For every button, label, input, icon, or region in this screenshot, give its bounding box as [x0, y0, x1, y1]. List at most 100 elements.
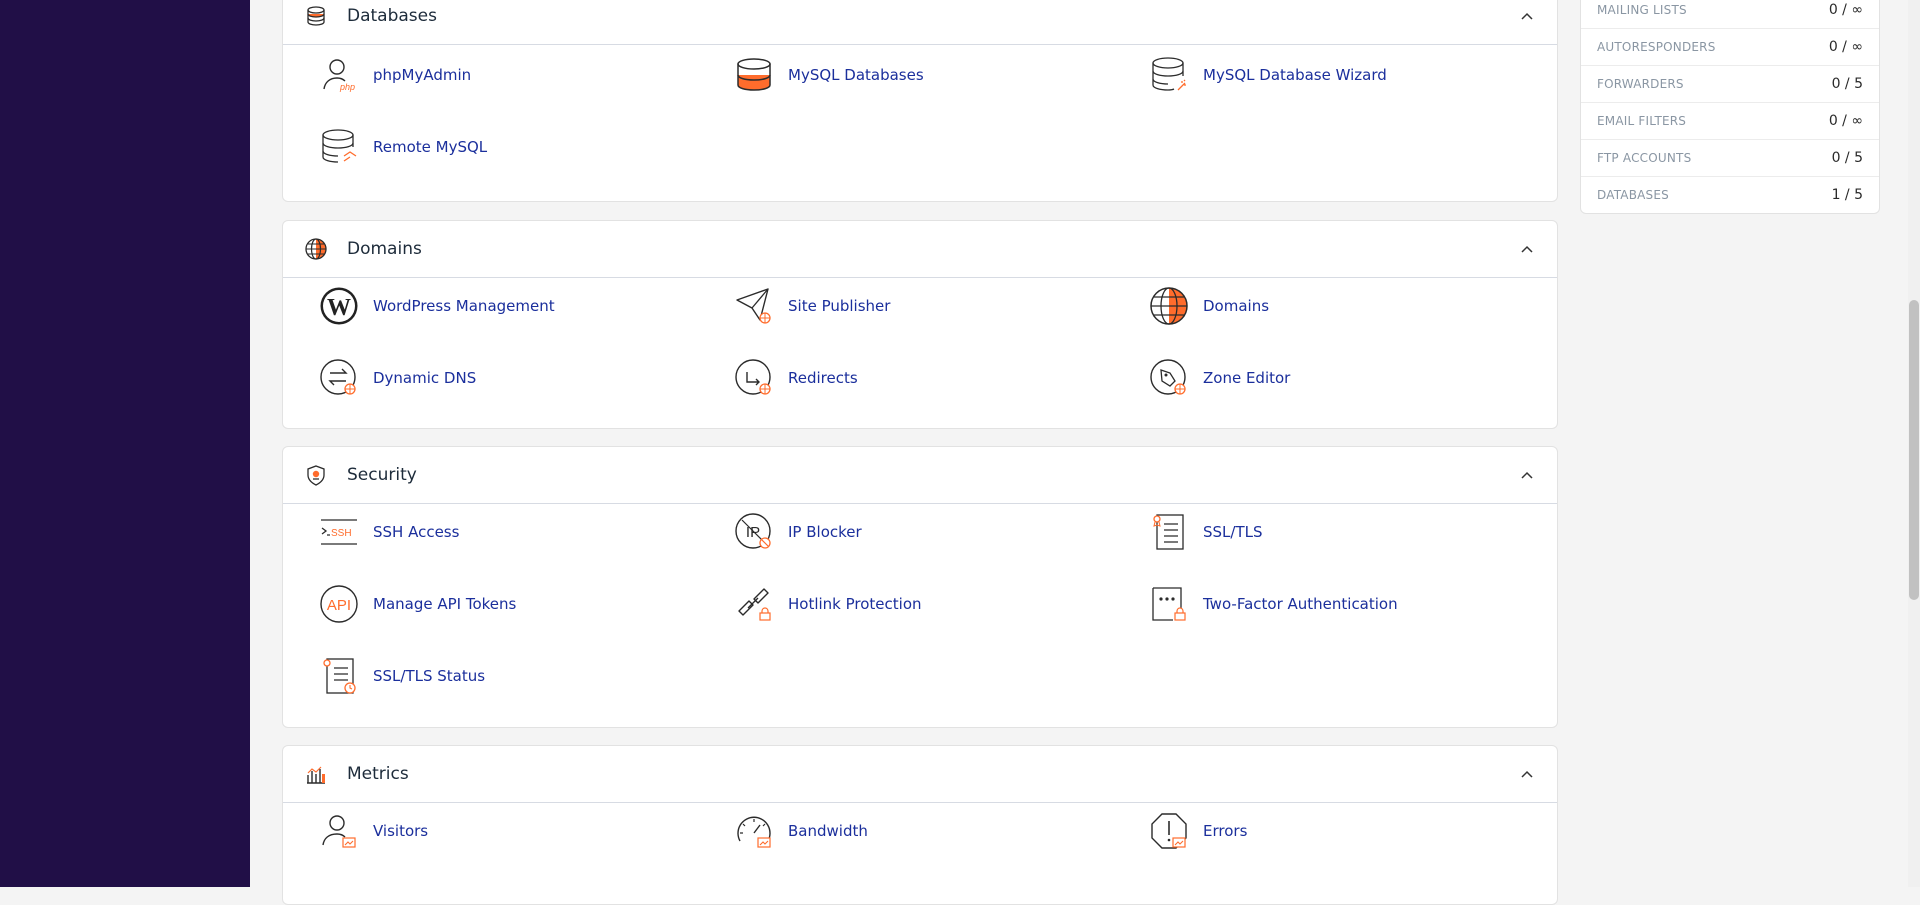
stat-row-email-filters: EMAIL FILTERS 0 / ∞ [1581, 102, 1879, 139]
stat-value: 0 / ∞ [1828, 113, 1863, 129]
stat-label: MAILING LISTS [1597, 2, 1687, 17]
wordpress-icon: W [320, 287, 358, 325]
chevron-up-icon[interactable] [1519, 467, 1535, 483]
section-domains: Domains W WordPress Management Site Publ… [282, 220, 1558, 429]
item-remote-mysql[interactable]: Remote MySQL [319, 123, 487, 171]
section-title: Domains [347, 239, 422, 259]
link-lock-icon [738, 588, 771, 621]
section-title: Metrics [347, 764, 409, 784]
sidebar [0, 0, 250, 887]
dynamic-dns-icon [320, 359, 356, 395]
svg-text:W: W [327, 295, 351, 321]
stat-label: FORWARDERS [1597, 77, 1684, 91]
item-label: Two-Factor Authentication [1203, 595, 1398, 613]
item-zone-editor[interactable]: Zone Editor [1149, 354, 1290, 402]
two-factor-icon [1152, 587, 1186, 621]
item-label: SSH Access [373, 523, 460, 541]
stat-row-forwarders: FORWARDERS 0 / 5 [1581, 65, 1879, 102]
item-hotlink-protection[interactable]: Hotlink Protection [734, 580, 922, 628]
zone-editor-icon [1150, 359, 1186, 395]
paper-plane-icon [736, 288, 771, 324]
item-label: Remote MySQL [373, 138, 488, 156]
chevron-up-icon[interactable] [1519, 241, 1535, 257]
stat-label: DATABASES [1597, 188, 1669, 202]
ip-blocker-icon: IP [735, 513, 771, 549]
item-wordpress-management[interactable]: W WordPress Management [319, 282, 555, 330]
section-title: Security [347, 465, 417, 485]
item-bandwidth[interactable]: Bandwidth [734, 807, 868, 855]
item-label: MySQL Databases [788, 66, 924, 84]
item-ssh-access[interactable]: SSH SSH Access [319, 508, 459, 556]
database-icon [307, 6, 325, 26]
section-header-security[interactable]: Security [283, 447, 1557, 504]
item-label: Site Publisher [788, 297, 891, 315]
item-label: Bandwidth [788, 822, 868, 840]
database-wizard-icon [1152, 57, 1186, 91]
stat-row-mailing-lists: MAILING LISTS 0 / ∞ [1581, 0, 1879, 28]
item-label: MySQL Database Wizard [1203, 66, 1387, 84]
item-errors[interactable]: Errors [1149, 807, 1247, 855]
item-site-publisher[interactable]: Site Publisher [734, 282, 890, 330]
svg-text:SSH: SSH [331, 528, 352, 539]
shield-icon [307, 465, 325, 486]
chevron-up-icon[interactable] [1519, 766, 1535, 782]
item-label: Zone Editor [1203, 369, 1291, 387]
item-label: Errors [1203, 822, 1248, 840]
item-label: Redirects [788, 369, 858, 387]
section-databases: Databases php phpMyAdmin MySQL Databases… [282, 0, 1558, 202]
stat-value: 0 / ∞ [1828, 39, 1863, 55]
item-phpmyadmin[interactable]: php phpMyAdmin [319, 51, 471, 99]
stat-row-databases: DATABASES 1 / 5 [1581, 176, 1879, 213]
item-ssl-tls-status[interactable]: SSL/TLS Status [319, 652, 485, 700]
certificate-status-icon [323, 658, 356, 694]
speedometer-icon [737, 816, 771, 848]
section-header-metrics[interactable]: Metrics [283, 746, 1557, 803]
item-label: Hotlink Protection [788, 595, 922, 613]
globe-icon [305, 238, 327, 260]
item-label: WordPress Management [373, 297, 555, 315]
stat-value: 0 / 5 [1831, 150, 1863, 166]
section-security: Security SSH SSH Access IP IP Blocker SS… [282, 446, 1558, 728]
vertical-scrollbar[interactable] [1908, 0, 1920, 887]
chevron-up-icon[interactable] [1519, 8, 1535, 24]
error-octagon-icon [1151, 813, 1187, 849]
bar-chart-icon [307, 766, 325, 784]
item-dynamic-dns[interactable]: Dynamic DNS [319, 354, 476, 402]
certificate-icon [1153, 514, 1184, 550]
section-header-domains[interactable]: Domains [283, 221, 1557, 278]
ssh-terminal-icon: SSH [321, 519, 357, 545]
item-redirects[interactable]: Redirects [734, 354, 858, 402]
phpmyadmin-icon: php [323, 59, 355, 92]
stat-label: EMAIL FILTERS [1597, 114, 1687, 128]
item-domains[interactable]: Domains [1149, 282, 1269, 330]
item-mysql-database-wizard[interactable]: MySQL Database Wizard [1149, 51, 1387, 99]
visitors-icon [322, 815, 356, 848]
api-icon: API [320, 585, 358, 623]
stat-row-ftp-accounts: FTP ACCOUNTS 0 / 5 [1581, 139, 1879, 176]
item-label: Manage API Tokens [373, 595, 517, 613]
item-mysql-databases[interactable]: MySQL Databases [734, 51, 924, 99]
section-metrics: Metrics Visitors Bandwidth Errors [282, 745, 1558, 905]
section-header-databases[interactable]: Databases [283, 0, 1557, 45]
item-label: phpMyAdmin [373, 66, 472, 84]
item-visitors[interactable]: Visitors [319, 807, 428, 855]
item-label: Visitors [373, 822, 429, 840]
stat-label: FTP ACCOUNTS [1597, 151, 1692, 165]
remote-mysql-icon [322, 129, 357, 163]
mysql-databases-icon [737, 58, 771, 91]
globe-icon [1150, 287, 1188, 325]
item-ssl-tls[interactable]: SSL/TLS [1149, 508, 1263, 556]
item-label: Domains [1203, 297, 1270, 315]
section-title: Databases [347, 6, 437, 26]
item-label: SSL/TLS Status [373, 667, 486, 685]
item-ip-blocker[interactable]: IP IP Blocker [734, 508, 862, 556]
svg-text:API: API [327, 597, 351, 614]
stat-value: 0 / 5 [1831, 76, 1863, 92]
scrollbar-thumb[interactable] [1909, 300, 1919, 600]
item-label: IP Blocker [788, 523, 862, 541]
stat-label: AUTORESPONDERS [1597, 40, 1716, 54]
item-two-factor-authentication[interactable]: Two-Factor Authentication [1149, 580, 1398, 628]
redirect-icon [735, 359, 771, 395]
item-manage-api-tokens[interactable]: API Manage API Tokens [319, 580, 516, 628]
stat-value: 1 / 5 [1831, 187, 1863, 203]
